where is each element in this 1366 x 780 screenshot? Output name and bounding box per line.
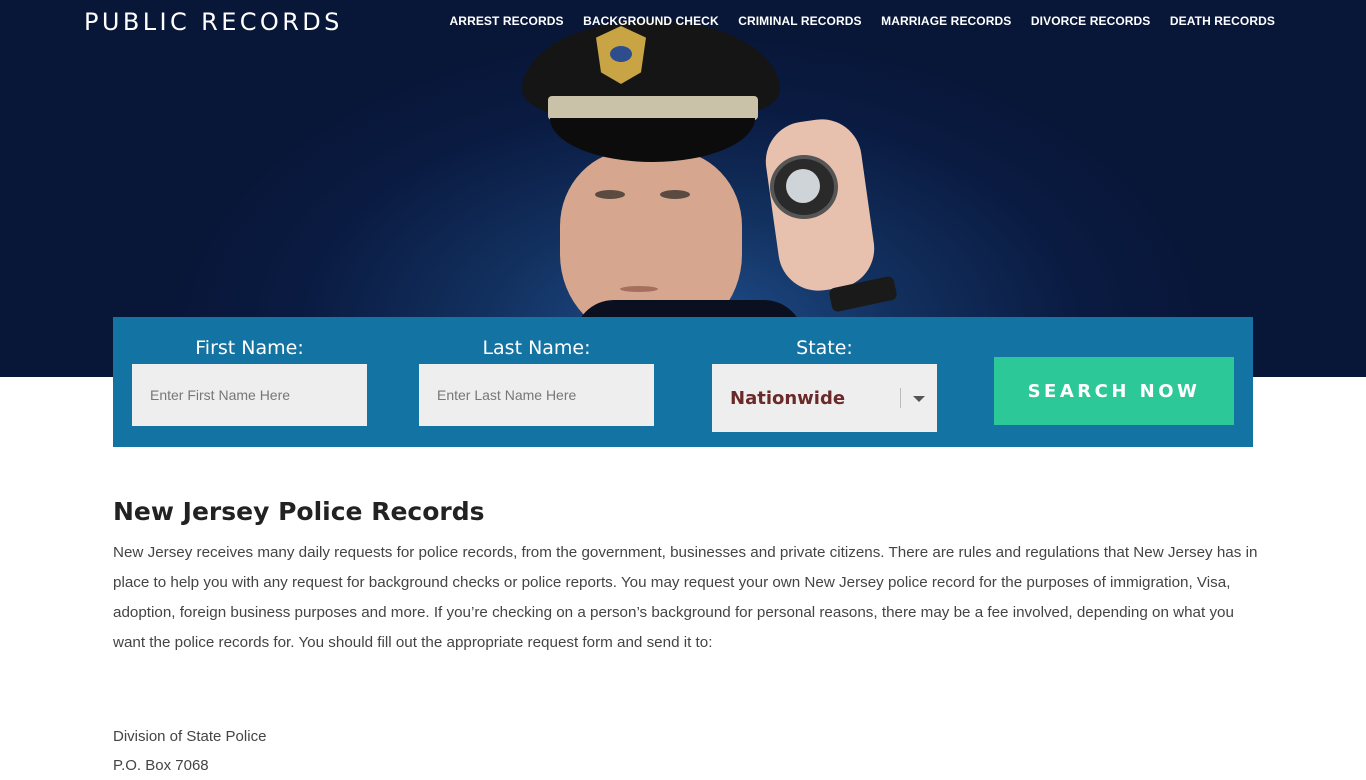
flashlight-icon [770,155,838,219]
address-line-2: P.O. Box 7068 [113,757,209,774]
nav-divorce-records[interactable]: DIVORCE RECORDS [1031,14,1151,28]
nav-arrest-records[interactable]: ARREST RECORDS [450,14,564,28]
state-select[interactable]: Nationwide [712,364,937,432]
last-name-input[interactable] [419,364,654,426]
main-nav: ARREST RECORDS BACKGROUND CHECK CRIMINAL… [450,14,1275,28]
chevron-down-icon[interactable] [913,396,925,402]
eye-right [660,190,690,199]
select-separator [900,388,901,408]
state-label: State: [796,337,853,359]
nav-death-records[interactable]: DEATH RECORDS [1170,14,1275,28]
article-body: New Jersey receives many daily requests … [113,544,1258,651]
first-name-group: First Name: [132,317,367,426]
nav-background-check[interactable]: BACKGROUND CHECK [583,14,719,28]
cap-band [548,96,758,120]
last-name-group: Last Name: [419,317,654,426]
state-select-value: Nationwide [730,388,846,409]
first-name-input[interactable] [132,364,367,426]
officer-mouth [620,286,658,292]
page-title: New Jersey Police Records [113,497,485,526]
nav-criminal-records[interactable]: CRIMINAL RECORDS [738,14,861,28]
nav-marriage-records[interactable]: MARRIAGE RECORDS [881,14,1011,28]
last-name-label: Last Name: [482,337,591,359]
state-group: State: [712,317,937,359]
article: New Jersey Police Records New Jersey rec… [113,497,1258,658]
first-name-label: First Name: [195,337,304,359]
eye-left [595,190,625,199]
site-logo[interactable]: PUBLIC RECORDS [84,8,343,36]
cap-visor [550,118,755,162]
address-line-1: Division of State Police [113,728,267,745]
address-block: Division of State Police P.O. Box 7068 [113,722,266,780]
search-form: First Name: Last Name: State: Nationwide… [113,317,1253,447]
search-now-button[interactable]: SEARCH NOW [994,357,1234,425]
